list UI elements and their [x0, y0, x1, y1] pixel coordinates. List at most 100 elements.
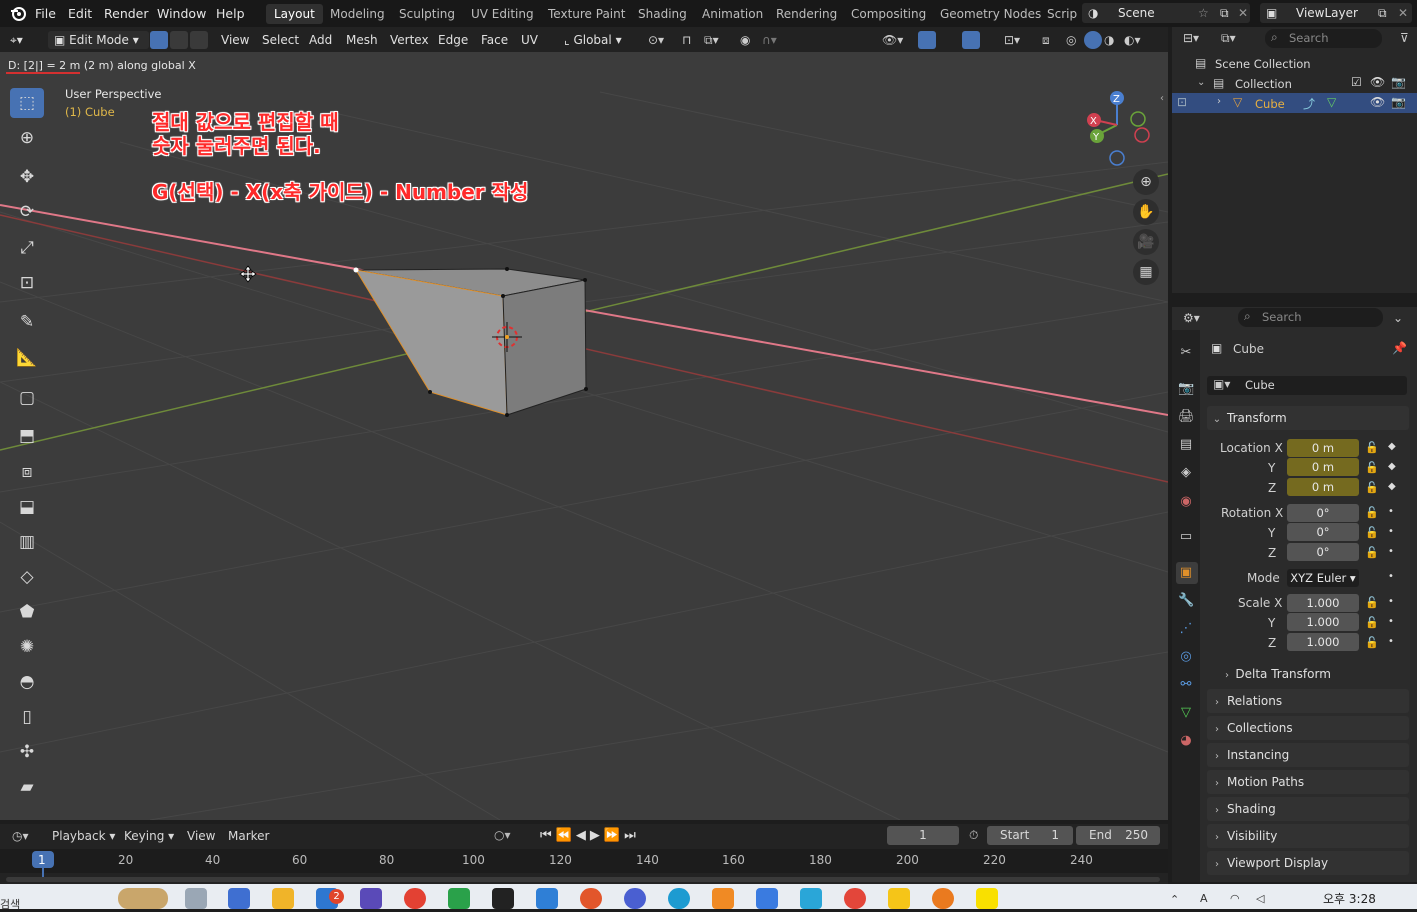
collection-label[interactable]: Collection	[1235, 77, 1292, 91]
keyframe-dot-icon[interactable]: •	[1388, 526, 1394, 537]
scale-y-field[interactable]: 1.000	[1287, 613, 1359, 631]
annotate-tool[interactable]: ✎	[10, 307, 44, 337]
collections-section[interactable]: › Collections	[1207, 716, 1409, 740]
menu-edit[interactable]: Edit	[68, 6, 92, 21]
pin-icon[interactable]: ☆	[1198, 3, 1209, 23]
volume-icon[interactable]: ◁	[1256, 892, 1264, 905]
xray-icon[interactable]: ⧈	[1042, 31, 1050, 49]
delta-transform-header[interactable]: › Delta Transform	[1225, 664, 1331, 684]
app-icon[interactable]	[580, 888, 602, 909]
navigation-gizmo[interactable]: Z Y X	[1087, 91, 1150, 166]
shear-tool[interactable]: ▰	[10, 772, 44, 802]
mesh-overlay-icon[interactable]: ⊡▾	[1004, 31, 1020, 49]
pan-hand-icon[interactable]: ✋	[1133, 199, 1159, 225]
app-icon[interactable]	[888, 888, 910, 909]
viewport-display-section[interactable]: › Viewport Display	[1207, 851, 1409, 875]
filter-icon[interactable]: ⊽	[1400, 31, 1409, 45]
blender-taskbar-icon[interactable]	[932, 888, 954, 909]
visibility-section[interactable]: › Visibility	[1207, 824, 1409, 848]
scale-x-field[interactable]: 1.000	[1287, 594, 1359, 612]
new-view-layer-icon[interactable]: ⧉	[1378, 3, 1387, 23]
lock-icon[interactable]: 🔓	[1365, 546, 1379, 559]
location-y-field[interactable]: 0 m	[1287, 458, 1359, 476]
tab-scripting[interactable]: Scrip	[1039, 4, 1081, 24]
keyframe-icon[interactable]: ◆	[1388, 481, 1396, 492]
checkbox-icon[interactable]: ☑	[1351, 75, 1362, 89]
start-frame-field[interactable]: Start 1	[987, 826, 1073, 845]
menu-help[interactable]: Help	[216, 6, 245, 21]
taskbar-search-text[interactable]: 검색	[0, 896, 20, 912]
wireframe-shading-icon[interactable]: ◎	[1066, 31, 1076, 49]
display-mode-icon[interactable]: ⧉▾	[1221, 31, 1236, 46]
world-tab-icon[interactable]: ◉	[1178, 494, 1194, 510]
rotation-x-field[interactable]: 0°	[1287, 504, 1359, 522]
shrink-tool[interactable]: ✣	[10, 737, 44, 767]
transform-tool[interactable]: ⊡	[10, 268, 44, 298]
menu-add[interactable]: Add	[309, 31, 332, 49]
3d-viewport[interactable]: Z Y X	[0, 52, 1168, 820]
shading-section[interactable]: › Shading	[1207, 797, 1409, 821]
menu-playback[interactable]: Playback ▾	[52, 829, 115, 843]
face-select-icon[interactable]	[190, 31, 208, 49]
tool-tab-icon[interactable]: ✂	[1178, 345, 1194, 361]
stopwatch-icon[interactable]: ⏱	[969, 828, 978, 843]
view-layer-tab-icon[interactable]: ▤	[1178, 437, 1194, 453]
menu-render[interactable]: Render	[104, 6, 149, 21]
scene-selector[interactable]: ◑ Scene ☆ ⧉ ✕	[1082, 3, 1250, 23]
keyframe-dot-icon[interactable]: •	[1388, 546, 1394, 557]
keyframe-dot-icon[interactable]: •	[1388, 571, 1394, 582]
keyframe-dot-icon[interactable]: •	[1388, 636, 1394, 647]
playback-controls[interactable]: ⏮⏪◀▶⏩⏭	[540, 828, 640, 843]
rotation-y-field[interactable]: 0°	[1287, 523, 1359, 541]
camera-icon[interactable]: 📷	[1391, 95, 1406, 109]
pivot-icon[interactable]: ⊙▾	[648, 31, 664, 49]
orientation-selector[interactable]: ⌞ Global ▾	[564, 31, 638, 49]
rotation-z-field[interactable]: 0°	[1287, 543, 1359, 561]
move-tool[interactable]: ✥	[10, 162, 44, 192]
keyframe-icon[interactable]: ◆	[1388, 441, 1396, 452]
lock-icon[interactable]: 🔓	[1365, 526, 1379, 539]
tray-chevron-up-icon[interactable]: ⌃	[1170, 893, 1179, 906]
edge-select-icon[interactable]	[170, 31, 188, 49]
edge-slide-tool[interactable]: ▯	[10, 702, 44, 732]
task-view-icon[interactable]	[185, 888, 207, 909]
scale-z-field[interactable]: 1.000	[1287, 633, 1359, 651]
tab-layout[interactable]: Layout	[266, 4, 323, 24]
app-icon[interactable]	[448, 888, 470, 909]
physics-tab-icon[interactable]: ◎	[1178, 649, 1194, 665]
location-z-field[interactable]: 0 m	[1287, 478, 1359, 496]
app-icon[interactable]	[492, 888, 514, 909]
poly-build-tool[interactable]: ⬟	[10, 597, 44, 627]
app-icon[interactable]	[800, 888, 822, 909]
close-icon[interactable]: ✕	[1398, 3, 1408, 23]
keyframe-dot-icon[interactable]: •	[1388, 596, 1394, 607]
tab-texture-paint[interactable]: Texture Paint	[540, 4, 633, 24]
keyframe-dot-icon[interactable]: •	[1388, 616, 1394, 627]
auto-keying-icon[interactable]: ○▾	[494, 828, 511, 842]
menu-vertex[interactable]: Vertex	[390, 31, 429, 49]
chrome-icon[interactable]	[844, 888, 866, 909]
rendered-shading-icon[interactable]: ◐▾	[1124, 31, 1141, 49]
proportional-edit-icon[interactable]: ◉	[740, 31, 750, 49]
tab-rendering[interactable]: Rendering	[768, 4, 845, 24]
tab-animation[interactable]: Animation	[694, 4, 771, 24]
object-tab-icon[interactable]: ▣	[1178, 565, 1194, 581]
mode-selector[interactable]: ▣ Edit Mode ▾	[48, 31, 149, 49]
menu-view[interactable]: View	[221, 31, 249, 49]
camera-icon[interactable]: 📷	[1391, 75, 1406, 89]
pin-icon[interactable]: 📌	[1392, 341, 1407, 355]
menu-select[interactable]: Select	[262, 31, 299, 49]
properties-search-input[interactable]: ⌕ Search	[1238, 308, 1383, 327]
knife-tool[interactable]: ◇	[10, 562, 44, 592]
eye-icon[interactable]: 👁	[1370, 95, 1385, 109]
vertex-select-icon[interactable]	[150, 31, 168, 49]
falloff-icon[interactable]: ∩▾	[762, 31, 777, 49]
menu-file[interactable]: File	[35, 6, 56, 21]
constraints-tab-icon[interactable]: ⚯	[1178, 677, 1194, 693]
snap-icon[interactable]: ⊓	[682, 31, 691, 49]
kakaotalk-icon[interactable]	[976, 888, 998, 909]
tab-shading[interactable]: Shading	[630, 4, 695, 24]
menu-mesh[interactable]: Mesh	[346, 31, 378, 49]
loop-cut-tool[interactable]: ▥	[10, 527, 44, 557]
instancing-section[interactable]: › Instancing	[1207, 743, 1409, 767]
